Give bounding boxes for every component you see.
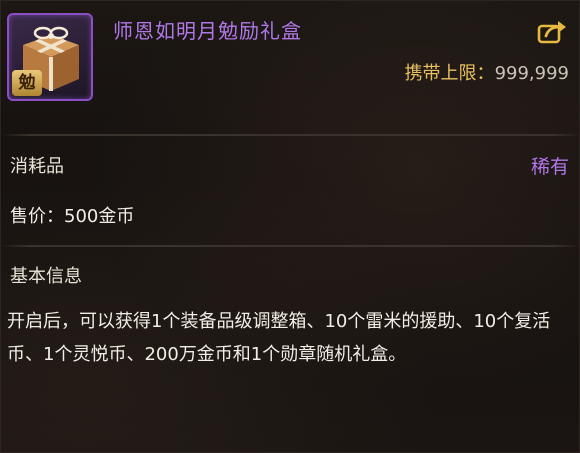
item-name: 师恩如明月勉励礼盒 xyxy=(113,19,302,43)
item-description: 开启后，可以获得1个装备品级调整箱、10个雷米的援助、10个复活币、1个灵悦币、… xyxy=(7,311,551,365)
divider xyxy=(1,245,580,247)
carry-limit-label: 携带上限： xyxy=(404,63,495,84)
carry-limit: 携带上限：999,999 xyxy=(405,59,569,85)
item-icon-frame[interactable]: 勉 xyxy=(7,13,93,101)
share-export-icon[interactable] xyxy=(537,19,567,45)
item-badge: 勉 xyxy=(12,70,42,96)
item-price: 售价：500金币 xyxy=(10,206,135,227)
divider xyxy=(1,134,580,136)
item-category: 消耗品 xyxy=(10,156,64,177)
section-title-basic-info: 基本信息 xyxy=(10,266,82,287)
carry-limit-value: 999,999 xyxy=(494,63,569,84)
item-rarity: 稀有 xyxy=(530,156,569,178)
item-tooltip: 勉 师恩如明月勉励礼盒 携带上限：999,999 消耗品 稀有 售价：500金币… xyxy=(0,0,580,453)
